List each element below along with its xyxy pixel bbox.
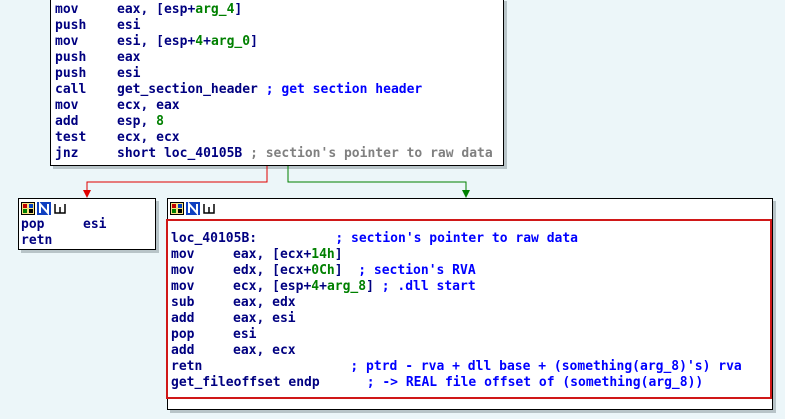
true-branch-arrow xyxy=(462,190,470,198)
node-header xyxy=(168,199,772,217)
rename-node-icon[interactable] xyxy=(37,201,51,215)
graph-grid-icon xyxy=(170,201,184,215)
collapse-node-icon[interactable] xyxy=(53,202,67,215)
left-code-lines: pop esi retn xyxy=(21,217,106,249)
graph-grid-icon xyxy=(21,201,35,215)
highlight-box xyxy=(166,219,772,399)
instruction-mnemonic: retn xyxy=(21,233,53,248)
left-code-block[interactable]: pop esi retn xyxy=(18,198,156,250)
node-header xyxy=(19,199,155,217)
false-branch-arrow xyxy=(83,190,91,198)
false-branch-edge xyxy=(86,166,268,193)
code-line[interactable]: retn xyxy=(21,233,106,249)
true-branch-edge xyxy=(287,166,467,193)
rename-node-icon[interactable] xyxy=(186,201,200,215)
operand-token: esi xyxy=(83,217,107,232)
collapse-node-icon[interactable] xyxy=(202,202,216,215)
instruction-mnemonic: pop xyxy=(21,217,45,232)
code-line[interactable]: pop esi xyxy=(21,217,106,233)
